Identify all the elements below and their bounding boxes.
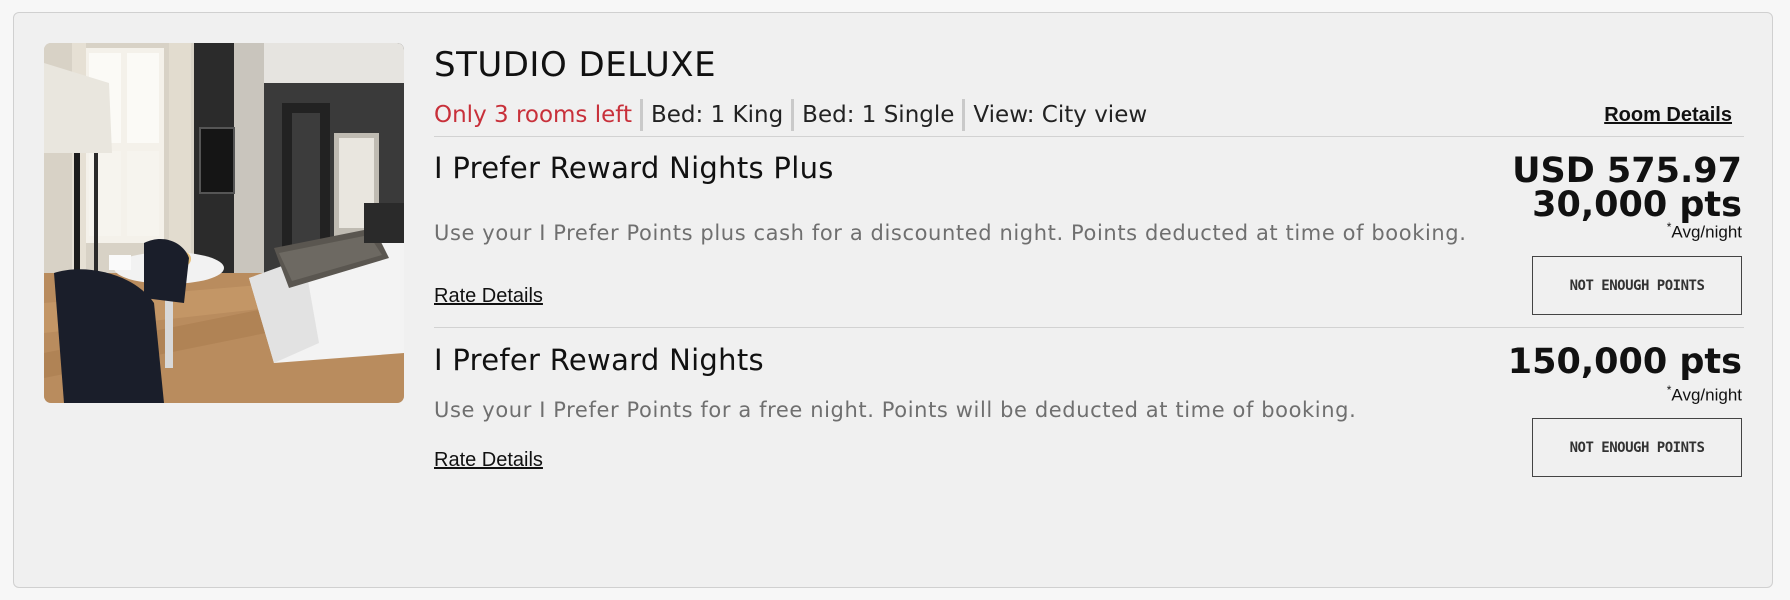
divider [434, 136, 1744, 137]
avg-night-label: *Avg/night [1666, 220, 1742, 242]
not-enough-points-button[interactable]: NOT ENOUGH POINTS [1532, 256, 1742, 315]
rate-description: Use your I Prefer Points for a free nigh… [434, 398, 1357, 422]
rate-name: I Prefer Reward Nights [434, 343, 764, 377]
room-photo-image [44, 43, 404, 403]
room-card: STUDIO DELUXE Only 3 rooms left Bed: 1 K… [13, 12, 1773, 588]
avg-night-label: *Avg/night [1666, 383, 1742, 405]
meta-separator [639, 99, 643, 131]
rate-details-link[interactable]: Rate Details [434, 449, 543, 472]
rate-details-link[interactable]: Rate Details [434, 285, 543, 308]
rate-price: 150,000 pts [1507, 342, 1742, 382]
divider [434, 327, 1744, 328]
bed-king-label: Bed: 1 King [650, 102, 784, 128]
room-photo[interactable] [44, 43, 404, 403]
price-points: 150,000 pts [1507, 342, 1742, 382]
price-cash: USD 575.97 [1512, 151, 1742, 191]
room-title: STUDIO DELUXE [434, 45, 717, 85]
rate-price: USD 575.97 30,000 pts [1512, 151, 1742, 225]
room-meta: Only 3 rooms left Bed: 1 King Bed: 1 Sin… [434, 99, 1147, 131]
rooms-left-badge: Only 3 rooms left [434, 102, 632, 128]
rate-name: I Prefer Reward Nights Plus [434, 151, 834, 185]
room-details-link[interactable]: Room Details [1604, 104, 1732, 127]
meta-separator [962, 99, 966, 131]
bed-single-label: Bed: 1 Single [802, 102, 955, 128]
price-points: 30,000 pts [1532, 185, 1742, 225]
meta-separator [791, 99, 795, 131]
view-label: View: City view [973, 102, 1148, 128]
rate-description: Use your I Prefer Points plus cash for a… [434, 221, 1467, 245]
not-enough-points-button[interactable]: NOT ENOUGH POINTS [1532, 418, 1742, 477]
